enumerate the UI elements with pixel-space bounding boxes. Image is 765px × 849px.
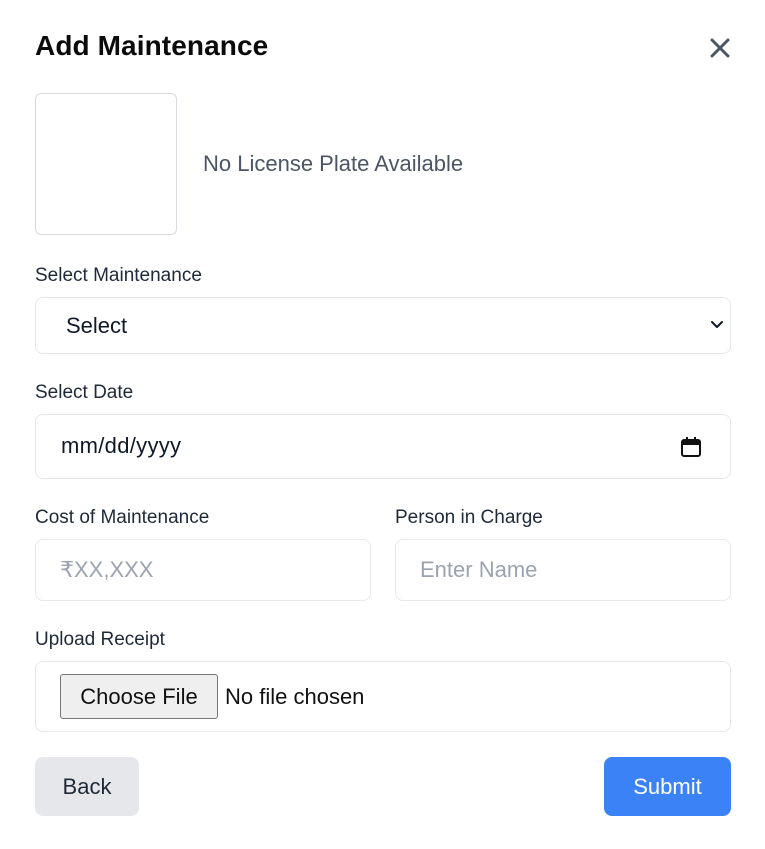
cost-input[interactable]: ₹XX,XXX xyxy=(35,539,371,601)
chevron-down-icon xyxy=(711,321,723,328)
close-button[interactable] xyxy=(706,34,734,62)
cost-placeholder: ₹XX,XXX xyxy=(60,557,154,582)
close-icon xyxy=(710,38,730,58)
maintenance-select[interactable]: Select xyxy=(35,297,731,354)
date-input-value: mm/dd/yyyy xyxy=(61,433,182,458)
calendar-icon[interactable] xyxy=(680,436,702,458)
date-label: Select Date xyxy=(35,382,134,403)
cost-label: Cost of Maintenance xyxy=(35,507,210,528)
receipt-label: Upload Receipt xyxy=(35,629,165,650)
date-input[interactable]: mm/dd/yyyy xyxy=(35,414,731,479)
license-plate-image xyxy=(35,93,177,235)
back-button[interactable]: Back xyxy=(35,757,139,816)
person-label: Person in Charge xyxy=(395,507,543,528)
maintenance-label: Select Maintenance xyxy=(35,265,202,286)
modal-title: Add Maintenance xyxy=(35,30,269,61)
receipt-upload[interactable]: Choose File No file chosen xyxy=(35,661,731,732)
submit-button[interactable]: Submit xyxy=(604,757,731,816)
person-input[interactable]: Enter Name xyxy=(395,539,731,601)
license-plate-message: No License Plate Available xyxy=(203,151,464,176)
maintenance-select-value: Select xyxy=(66,313,128,338)
file-status: No file chosen xyxy=(225,684,365,709)
person-placeholder: Enter Name xyxy=(420,557,538,582)
choose-file-button[interactable]: Choose File xyxy=(60,674,218,719)
